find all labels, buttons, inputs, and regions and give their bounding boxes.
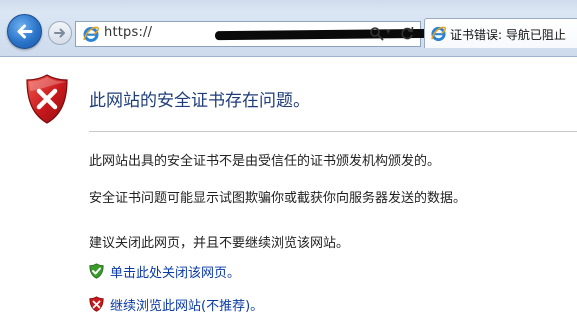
back-arrow-icon [17, 24, 33, 39]
forward-arrow-icon [54, 28, 65, 38]
shield-check-icon [89, 263, 104, 279]
browser-toolbar: https:// ▾ 证书错误: 导航已阻止 [0, 0, 577, 57]
forward-button[interactable] [48, 21, 72, 45]
ie-logo-icon [83, 26, 99, 42]
address-bar[interactable]: https:// ▾ [75, 21, 438, 47]
tab-certificate-error[interactable]: 证书错误: 导航已阻止 [424, 18, 577, 48]
back-button[interactable] [7, 14, 42, 49]
ie-logo-icon [431, 26, 447, 42]
divider [89, 131, 577, 132]
dropdown-icon[interactable]: ▾ [386, 27, 391, 37]
shield-error-icon [89, 296, 104, 312]
refresh-icon[interactable] [399, 25, 415, 41]
error-page: 此网站的安全证书存在问题。 此网站出具的安全证书不是由受信任的证书颁发机构颁发的… [0, 57, 577, 328]
titlebar-strip [0, 0, 577, 12]
paragraph-untrusted-issuer: 此网站出具的安全证书不是由受信任的证书颁发机构颁发的。 [89, 154, 441, 169]
tab-title: 证书错误: 导航已阻止 [450, 28, 566, 42]
continue-browsing-link[interactable]: 继续浏览此网站(不推荐)。 [110, 295, 263, 314]
page-title: 此网站的安全证书存在问题。 [89, 91, 310, 111]
close-page-link[interactable]: 单击此处关闭该网页。 [110, 262, 240, 281]
shield-error-icon [26, 74, 68, 124]
search-icon[interactable] [369, 26, 384, 41]
address-url: https:// [104, 25, 153, 40]
paragraph-recommendation: 建议关闭此网页，并且不要继续浏览该网站。 [89, 236, 350, 251]
paragraph-risk: 安全证书问题可能显示试图欺骗你或截获你向服务器发送的数据。 [89, 191, 467, 206]
